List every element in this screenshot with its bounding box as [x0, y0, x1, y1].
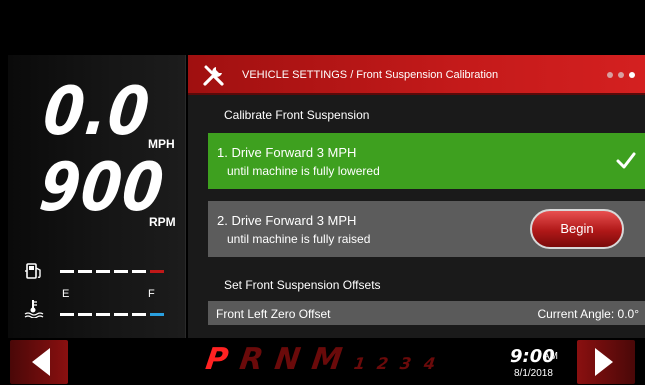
calibration-step-1[interactable]: 1. Drive Forward 3 MPH until machine is …: [208, 133, 645, 189]
gear-1: 1: [352, 354, 367, 373]
coolant-temp-icon: [24, 300, 44, 318]
gear-indicator: P R N M 1 2 3 4: [203, 342, 436, 377]
bottom-bar: P R N M 1 2 3 4 9:00 AM 8/1/2018: [0, 338, 645, 385]
fuel-icon: [25, 263, 41, 279]
speed-readout: 0.0: [39, 71, 154, 151]
gear-2: 2: [375, 354, 390, 373]
clock-ampm: AM: [543, 351, 558, 362]
offsets-section-label: Set Front Suspension Offsets: [224, 278, 381, 292]
checkmark-icon: [616, 152, 636, 169]
step-2-subtitle: until machine is fully raised: [227, 232, 371, 246]
gear-3: 3: [399, 354, 413, 373]
fuel-empty-label: E: [62, 288, 70, 300]
step-1-subtitle: until machine is fully lowered: [227, 164, 380, 178]
calibrate-section-label: Calibrate Front Suspension: [224, 108, 370, 122]
rpm-readout: 900: [35, 147, 169, 227]
wrench-icon: [203, 65, 224, 86]
screen: 0.0 MPH 900 RPM E F VEHICLE SETTINGS / F…: [0, 0, 645, 385]
gear-n: N: [272, 342, 303, 377]
rpm-unit: RPM: [149, 215, 176, 229]
fuel-full-label: F: [148, 288, 155, 300]
gear-4: 4: [422, 354, 436, 373]
front-left-zero-offset-row[interactable]: Front Left Zero Offset Current Angle: 0.…: [208, 301, 645, 325]
arrow-right-icon: [595, 348, 613, 376]
arrow-left-icon: [32, 348, 50, 376]
gear-p: P: [203, 342, 231, 377]
clock-date: 8/1/2018: [514, 368, 553, 379]
page-indicator[interactable]: [607, 72, 635, 78]
fuel-level-bar: [60, 270, 164, 273]
gear-m: M: [309, 342, 345, 377]
page-dot-2[interactable]: [618, 72, 624, 78]
gauge-panel: 0.0 MPH 900 RPM E F: [8, 55, 186, 338]
begin-button[interactable]: Begin: [530, 209, 624, 249]
previous-button[interactable]: [10, 340, 68, 384]
step-1-title: 1. Drive Forward 3 MPH: [217, 145, 357, 160]
page-title: VEHICLE SETTINGS / Front Suspension Cali…: [242, 69, 499, 81]
gear-r: R: [237, 342, 266, 377]
step-2-title: 2. Drive Forward 3 MPH: [217, 213, 357, 228]
coolant-temp-bar: [60, 313, 164, 316]
page-dot-1[interactable]: [607, 72, 613, 78]
settings-header: VEHICLE SETTINGS / Front Suspension Cali…: [188, 55, 645, 95]
page-dot-3[interactable]: [629, 72, 635, 78]
current-angle-value: Current Angle: 0.0°: [537, 307, 639, 321]
calibration-step-2: 2. Drive Forward 3 MPH until machine is …: [208, 201, 645, 257]
next-button[interactable]: [577, 340, 635, 384]
offset-row-label: Front Left Zero Offset: [216, 307, 331, 321]
settings-panel: VEHICLE SETTINGS / Front Suspension Cali…: [188, 55, 645, 338]
